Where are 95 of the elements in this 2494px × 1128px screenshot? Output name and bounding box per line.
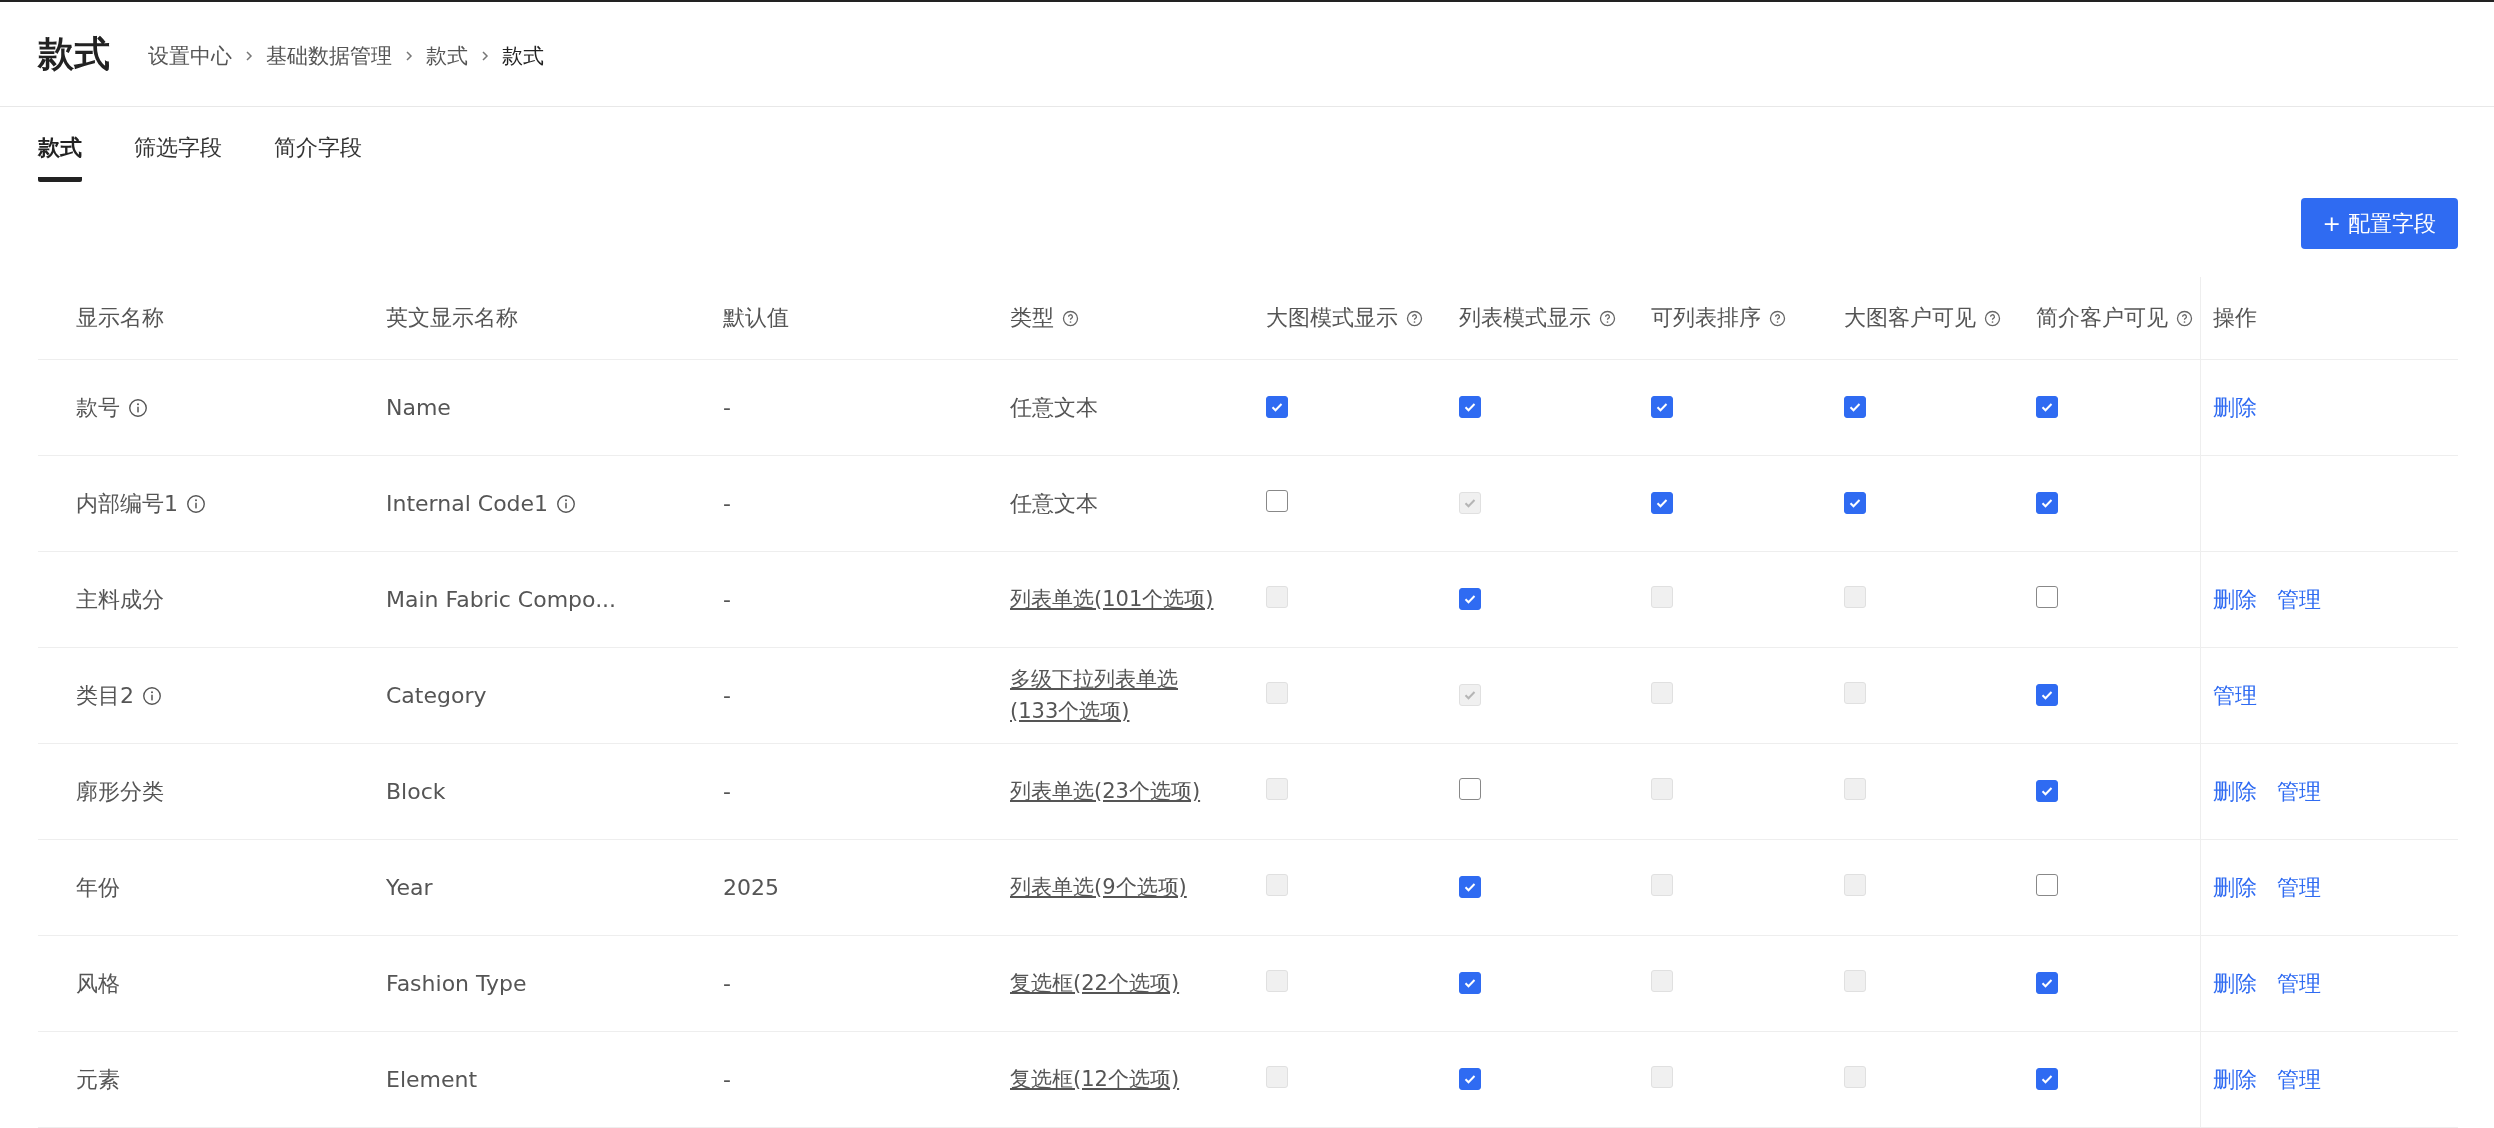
checkbox[interactable]	[1651, 396, 1673, 418]
info-icon[interactable]	[186, 493, 206, 514]
column-header: 英文显示名称	[386, 304, 518, 332]
table-cell: 任意文本	[1010, 490, 1098, 516]
column-header: 可列表排序	[1651, 304, 1761, 332]
column-header: 操作	[2212, 304, 2257, 332]
table-cell-text: 内部编号1	[76, 489, 178, 518]
type-link[interactable]: 复选框(22个选项)	[1010, 967, 1180, 1000]
table-cell: 2025	[723, 875, 779, 900]
action-link[interactable]: 管理	[2276, 872, 2321, 903]
tab[interactable]: 简介字段	[274, 133, 362, 182]
column-header: 大图客户可见	[1844, 304, 1976, 332]
table-cell: Year	[386, 875, 433, 900]
action-link[interactable]: 删除	[2212, 776, 2257, 807]
checkbox[interactable]	[1266, 490, 1288, 512]
breadcrumb-link[interactable]: 款式	[426, 42, 468, 70]
table-cell-text: 主料成分	[76, 585, 164, 614]
checkbox[interactable]	[2036, 492, 2058, 514]
table-cell: Name	[386, 395, 451, 420]
table-cell: 任意文本	[1010, 394, 1098, 420]
table-cell: Element	[386, 1067, 478, 1092]
info-icon[interactable]	[142, 685, 162, 706]
action-link[interactable]: 删除	[2212, 872, 2257, 903]
add-field-button[interactable]: + 配置字段	[2300, 198, 2458, 249]
table-cell: Internal Code1	[386, 491, 549, 516]
type-link[interactable]: 列表单选(23个选项)	[1010, 775, 1201, 808]
checkbox[interactable]	[1459, 396, 1481, 418]
help-icon[interactable]	[2176, 309, 2193, 327]
help-icon[interactable]	[1769, 309, 1786, 327]
table-cell: -	[723, 1067, 731, 1092]
help-icon[interactable]	[1406, 309, 1423, 327]
table-cell: Fashion Type	[386, 971, 527, 996]
help-icon[interactable]	[1984, 309, 2001, 327]
checkbox[interactable]	[1651, 492, 1673, 514]
info-icon[interactable]	[556, 493, 577, 514]
tab[interactable]: 筛选字段	[134, 133, 222, 182]
action-link[interactable]: 管理	[2276, 1064, 2321, 1095]
action-link[interactable]: 管理	[2276, 776, 2321, 807]
chevron-icon	[404, 49, 414, 63]
action-link[interactable]: 删除	[2212, 392, 2257, 423]
table-cell-text: 年份	[76, 873, 120, 902]
chevron-icon	[244, 49, 254, 63]
action-link[interactable]: 删除	[2212, 1064, 2257, 1095]
checkbox[interactable]	[1459, 588, 1481, 610]
table-cell: -	[723, 971, 731, 996]
checkbox[interactable]	[2036, 586, 2058, 608]
table-cell-text: 风格	[76, 969, 120, 998]
action-link[interactable]: 删除	[2212, 584, 2257, 615]
table-cell: -	[723, 491, 731, 516]
checkbox[interactable]	[2036, 396, 2058, 418]
action-link[interactable]: 管理	[2276, 968, 2321, 999]
checkbox[interactable]	[1459, 1068, 1481, 1090]
table-cell: Category	[386, 683, 487, 708]
action-link[interactable]: 管理	[2212, 680, 2257, 711]
type-link[interactable]: 复选框(12个选项)	[1010, 1063, 1180, 1096]
table-cell: -	[723, 587, 731, 612]
checkbox[interactable]	[2036, 874, 2058, 896]
column-header: 简介客户可见	[2036, 304, 2168, 332]
type-link[interactable]: 多级下拉列表单选(133个选项)	[1010, 664, 1224, 727]
action-link[interactable]: 删除	[2212, 968, 2257, 999]
action-link[interactable]: 管理	[2276, 584, 2321, 615]
type-link[interactable]: 列表单选(9个选项)	[1010, 871, 1187, 904]
column-header: 类型	[1010, 304, 1054, 332]
column-header: 默认值	[723, 304, 789, 332]
table-cell: Main Fabric Compo...	[386, 587, 617, 612]
column-header: 列表模式显示	[1459, 304, 1591, 332]
breadcrumb-link[interactable]: 基础数据管理	[266, 42, 392, 70]
table-cell-text: 款号	[76, 393, 120, 422]
table-cell: -	[723, 395, 731, 420]
table-cell-text: 元素	[76, 1065, 120, 1094]
checkbox[interactable]	[2036, 1068, 2058, 1090]
table-cell-text: 类目2	[76, 681, 134, 710]
checkbox[interactable]	[1266, 396, 1288, 418]
checkbox[interactable]	[1844, 396, 1866, 418]
help-icon[interactable]	[1599, 309, 1616, 327]
table-cell: Block	[386, 779, 446, 804]
checkbox[interactable]	[2036, 780, 2058, 802]
tab[interactable]: 款式	[38, 133, 82, 182]
table-cell-text: 廓形分类	[76, 777, 164, 806]
checkbox[interactable]	[1844, 492, 1866, 514]
table-cell: -	[723, 779, 731, 804]
help-icon[interactable]	[1062, 309, 1079, 327]
checkbox[interactable]	[1459, 972, 1481, 994]
type-link[interactable]: 列表单选(101个选项)	[1010, 583, 1214, 616]
column-header: 大图模式显示	[1266, 304, 1398, 332]
checkbox[interactable]	[1459, 778, 1481, 800]
page-title: 款式	[38, 31, 110, 76]
checkbox[interactable]	[1459, 876, 1481, 898]
column-header: 显示名称	[76, 304, 164, 332]
chevron-icon	[480, 49, 490, 63]
info-icon[interactable]	[128, 397, 148, 418]
breadcrumb-link[interactable]: 设置中心	[148, 42, 232, 70]
checkbox[interactable]	[2036, 972, 2058, 994]
table-cell: -	[723, 683, 731, 708]
checkbox[interactable]	[2036, 684, 2058, 706]
